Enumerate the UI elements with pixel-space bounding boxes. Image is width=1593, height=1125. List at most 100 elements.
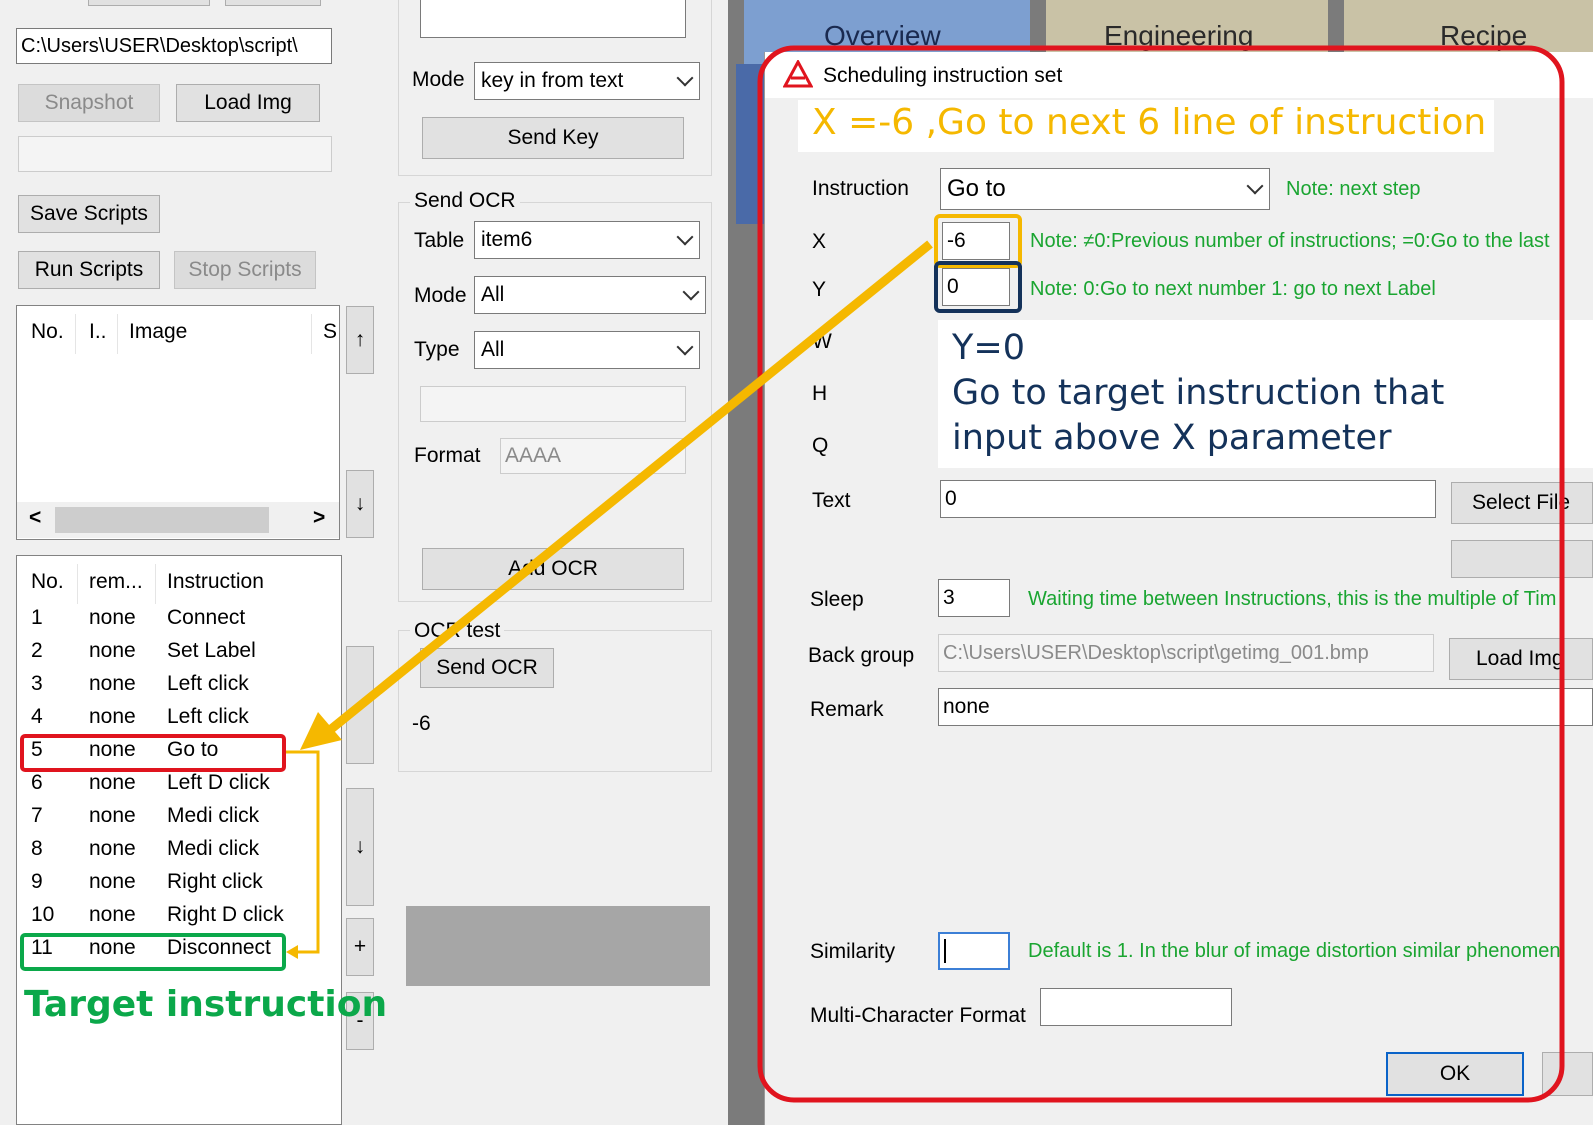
row-rem: none — [89, 936, 136, 959]
table-row[interactable]: 2 none Set Label — [17, 639, 337, 671]
ok-button[interactable]: OK — [1386, 1052, 1524, 1096]
table-row[interactable]: 7 none Medi click — [17, 804, 337, 836]
table-row-target[interactable]: 11 none Disconnect — [17, 936, 337, 968]
select-file-button[interactable]: Select File — [1451, 482, 1593, 524]
mode-label: Mode — [412, 68, 465, 91]
type-select[interactable]: All — [474, 331, 700, 369]
arrow-up-icon: ↑ — [354, 328, 366, 351]
instr-header-instruction[interactable]: Instruction — [167, 570, 264, 594]
table-select[interactable]: item6 — [474, 221, 700, 259]
add-instruction-button[interactable]: + — [346, 918, 374, 976]
load-img-button[interactable]: Load Img — [176, 84, 320, 122]
dialog-titlebar: Scheduling instruction set — [765, 52, 1593, 98]
image-list-header-no[interactable]: No. — [31, 320, 64, 344]
table-row[interactable]: 1 none Connect — [17, 606, 337, 638]
move-down-instruction-button[interactable]: ↓ — [346, 788, 374, 906]
load-img-dialog-button[interactable]: Load Img — [1449, 638, 1593, 680]
save-scripts-button[interactable]: Save Scripts — [18, 195, 160, 233]
row-rem: none — [89, 903, 136, 926]
text-field[interactable]: 0 — [940, 480, 1436, 518]
ocr-result-text: -6 — [412, 712, 431, 735]
instruction-list[interactable]: No. rem... Instruction 1 none Connect 2 non… — [16, 555, 342, 1125]
y-callout-line3: input above X parameter — [952, 418, 1392, 458]
table-label: Table — [414, 229, 465, 252]
y-note: Note: 0:Go to next number 1: go to next … — [1030, 278, 1436, 300]
scroll-right-icon[interactable]: > — [313, 506, 325, 530]
header-divider — [311, 314, 312, 354]
tab-engineering-label: Engineering — [1104, 20, 1254, 51]
row-instruction: Disconnect — [167, 936, 271, 959]
cancel-button-partial[interactable] — [1542, 1052, 1593, 1096]
row-no: 2 — [31, 639, 43, 662]
tab-recipe-label: Recipe — [1440, 20, 1528, 51]
table-row[interactable]: 6 none Left D click — [17, 771, 337, 803]
scrollbar-thumb[interactable] — [55, 507, 269, 533]
send-ocr-button[interactable]: Send OCR — [420, 648, 554, 688]
row-instruction: Set Label — [167, 639, 256, 662]
remark-field[interactable]: none — [938, 688, 1593, 726]
instr-header-rem[interactable]: rem... — [89, 570, 143, 594]
image-list-header-s[interactable]: S — [323, 320, 337, 344]
move-down-button[interactable]: ↓ — [346, 470, 374, 538]
load-img-dialog-label: Load Img — [1476, 647, 1564, 670]
row-instruction: Left D click — [167, 771, 270, 794]
top-button-2[interactable] — [225, 0, 321, 6]
table-row-selected[interactable]: 5 none Go to — [17, 738, 337, 770]
script-path-field[interactable]: C:\Users\USER\Desktop\script\ — [16, 28, 332, 64]
row-rem: none — [89, 771, 136, 794]
mode2-select[interactable]: All — [474, 276, 706, 314]
chevron-down-icon — [676, 338, 694, 356]
run-scripts-button[interactable]: Run Scripts — [18, 251, 160, 289]
sleep-note: Waiting time between Instructions, this … — [1028, 588, 1557, 610]
h-label: H — [812, 382, 828, 405]
table-row[interactable]: 4 none Left click — [17, 705, 337, 737]
instruction-label: Instruction — [812, 177, 909, 200]
x-field[interactable]: -6 — [942, 222, 1010, 260]
w-label: W — [812, 330, 832, 353]
row-instruction: Right click — [167, 870, 263, 893]
horizontal-scrollbar[interactable]: < > — [17, 502, 339, 538]
table-row[interactable]: 8 none Medi click — [17, 837, 337, 869]
row-instruction: Left click — [167, 672, 249, 695]
snapshot-button[interactable]: Snapshot — [18, 84, 160, 122]
key-text-field[interactable] — [420, 0, 686, 38]
sleep-field[interactable]: 3 — [938, 579, 1010, 617]
add-ocr-button[interactable]: Add OCR — [422, 548, 684, 590]
instr-header-no[interactable]: No. — [31, 570, 64, 594]
move-up-button[interactable]: ↑ — [346, 306, 374, 374]
row-instruction: Left click — [167, 705, 249, 728]
stop-scripts-button[interactable]: Stop Scripts — [174, 251, 316, 289]
mode-select[interactable]: key in from text — [474, 62, 700, 100]
ocr-input-field — [420, 386, 686, 422]
table-row[interactable]: 10 none Right D click — [17, 903, 337, 935]
mode2-value: All — [481, 283, 505, 306]
status-field — [18, 136, 332, 172]
tab-overview-label: Overview — [824, 20, 941, 51]
row-rem: none — [89, 837, 136, 860]
move-up-instruction-button[interactable] — [346, 646, 374, 764]
send-key-button[interactable]: Send Key — [422, 117, 684, 159]
table-row[interactable]: 3 none Left click — [17, 672, 337, 704]
dialog-title: Scheduling instruction set — [823, 64, 1063, 87]
multi-char-field[interactable] — [1040, 988, 1232, 1026]
top-button-1[interactable] — [88, 0, 210, 6]
table-row[interactable]: 9 none Right click — [17, 870, 337, 902]
send-ocr-group-title: Send OCR — [410, 189, 520, 213]
image-list-header-image[interactable]: Image — [129, 320, 187, 344]
row-no: 11 — [31, 936, 53, 959]
y-field[interactable]: 0 — [942, 268, 1010, 306]
row-no: 9 — [31, 870, 43, 893]
image-list[interactable]: No. I.. Image S < > — [16, 305, 340, 540]
arrow-down-icon: ↓ — [354, 492, 366, 515]
similarity-label: Similarity — [810, 940, 896, 963]
row-no: 4 — [31, 705, 43, 728]
secondary-file-button[interactable] — [1451, 540, 1593, 578]
similarity-note: Default is 1. In the blur of image disto… — [1028, 940, 1561, 962]
chevron-down-icon — [676, 69, 694, 87]
scroll-left-icon[interactable]: < — [29, 506, 41, 530]
format-field: AAAA — [500, 438, 686, 474]
instruction-select[interactable]: Go to — [940, 168, 1270, 210]
row-no: 1 — [31, 606, 43, 629]
similarity-field[interactable] — [938, 932, 1010, 970]
image-list-header-i[interactable]: I.. — [89, 320, 107, 344]
